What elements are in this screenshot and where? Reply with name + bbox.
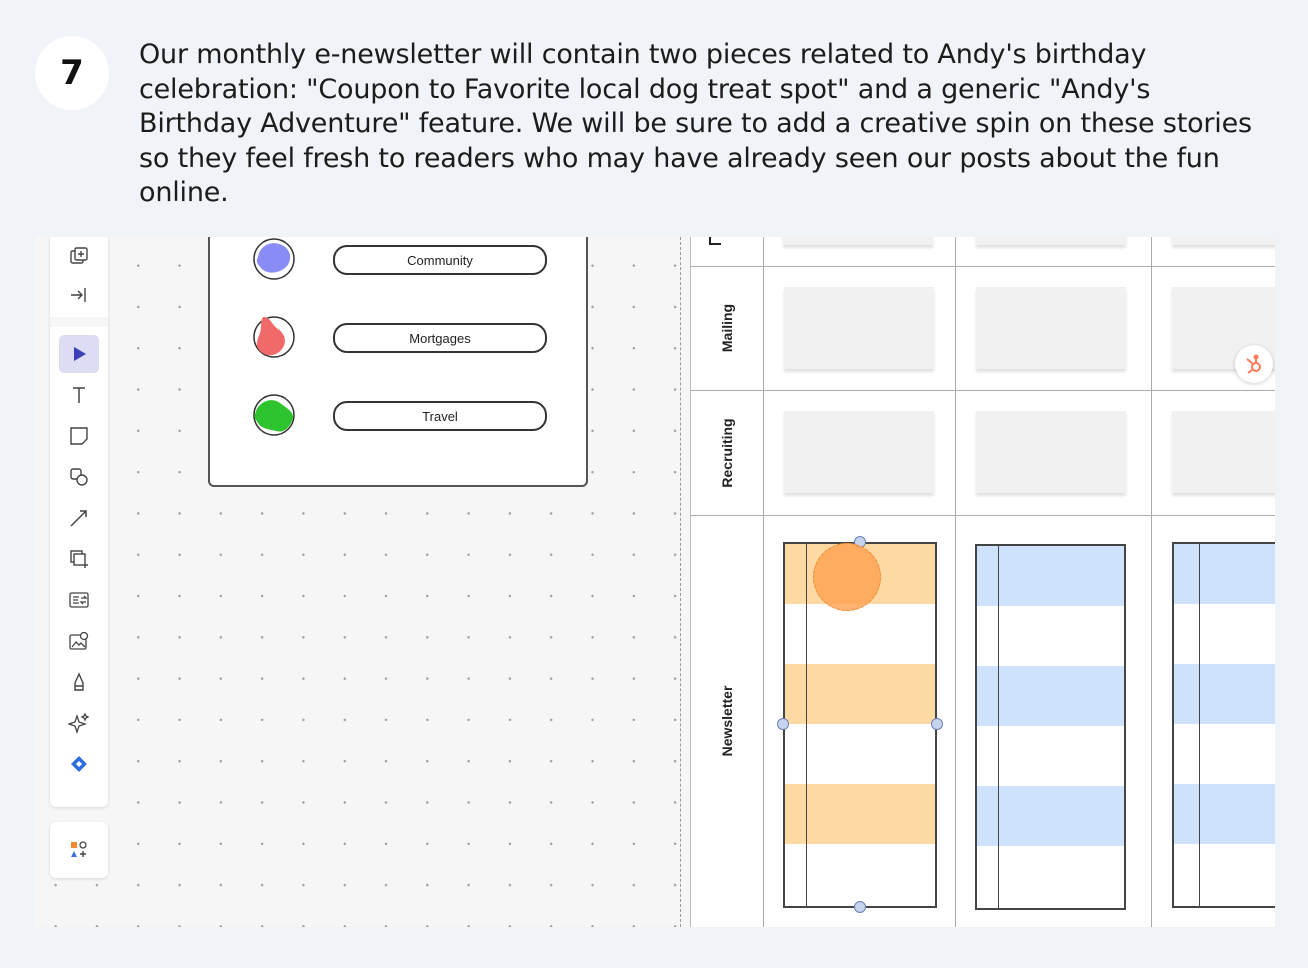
table-column-divider [1199,544,1200,906]
sticky-note[interactable] [1172,411,1275,493]
legend-card[interactable]: Community Mortgages Travel [208,237,588,487]
diamond-app-icon[interactable] [59,745,99,783]
grid-line [691,515,1275,516]
step-instruction-text: Our monthly e-newsletter will contain tw… [139,39,1252,208]
sticky-note[interactable] [976,411,1126,493]
frame-icon[interactable] [59,540,99,578]
table-row[interactable] [1174,784,1275,845]
shapes-icon[interactable] [59,458,99,496]
table-row[interactable] [1174,604,1275,665]
table-row[interactable] [1174,544,1275,605]
legend-label: Mortgages [333,323,547,353]
table-row[interactable] [785,784,935,845]
connector-line-icon[interactable] [59,499,99,537]
step-number-badge: 7 [35,36,109,110]
text-icon[interactable] [59,376,99,414]
table-column-divider [806,544,807,906]
legend-item-mortgages[interactable]: Mortgages [250,307,570,367]
import-icon[interactable] [59,276,99,314]
grid-line [763,237,764,927]
sticky-note[interactable] [976,237,1126,245]
row-label-recruiting: Recruiting [719,417,735,488]
table-column-divider [998,546,999,908]
left-toolbar [50,237,108,807]
sticky-note-icon[interactable] [59,417,99,455]
click-indicator [813,543,881,611]
table-row[interactable] [977,606,1124,667]
row-label-partial [709,237,721,245]
resize-handle-left[interactable] [777,718,789,730]
image-search-icon[interactable] [59,622,99,660]
legend-color-swatch [253,316,295,358]
content-calendar-board[interactable]: Mailing Recruiting Newsletter [690,237,1275,927]
newsletter-table[interactable] [975,544,1126,910]
frame-add-icon[interactable] [59,237,99,275]
legend-color-swatch [253,238,295,280]
grid-line [955,237,956,927]
row-label-newsletter: Newsletter [719,685,735,757]
resize-handle-bottom[interactable] [854,901,866,913]
sticky-note[interactable] [783,237,933,245]
legend-item-travel[interactable]: Travel [250,385,570,445]
table-row[interactable] [785,724,935,785]
grid-line [691,390,1275,391]
grid-line [691,266,1275,267]
table-row[interactable] [785,604,935,665]
board-boundary [680,237,681,927]
ai-sparkle-icon[interactable] [59,704,99,742]
table-row[interactable] [977,846,1124,906]
table-row[interactable] [785,664,935,725]
pen-icon[interactable] [59,663,99,701]
legend-color-swatch [253,394,295,436]
table-row[interactable] [977,786,1124,847]
screenshot-canvas[interactable]: Community Mortgages Travel Mailing Recru… [35,237,1275,927]
sticky-note[interactable] [784,287,934,369]
table-row[interactable] [785,844,935,904]
shapes-library-icon[interactable] [50,822,108,878]
table-row[interactable] [1174,844,1275,904]
sticky-note[interactable] [976,287,1126,369]
legend-label: Travel [333,401,547,431]
data-link-icon[interactable] [59,581,99,619]
table-row[interactable] [1174,664,1275,725]
sticky-note[interactable] [1172,237,1275,245]
grid-line [1151,237,1152,927]
table-row[interactable] [1174,724,1275,785]
newsletter-table[interactable] [1172,542,1275,908]
resize-handle-right[interactable] [931,718,943,730]
legend-label: Community [333,245,547,275]
table-row[interactable] [977,546,1124,607]
toolbar-divider [50,317,108,327]
table-row[interactable] [977,666,1124,727]
sticky-note[interactable] [784,411,934,493]
legend-item-community[interactable]: Community [250,237,570,289]
select-pointer-icon[interactable] [59,335,99,373]
row-label-mailing: Mailing [719,303,735,353]
table-row[interactable] [977,726,1124,787]
hubspot-widget-icon[interactable] [1235,345,1273,383]
